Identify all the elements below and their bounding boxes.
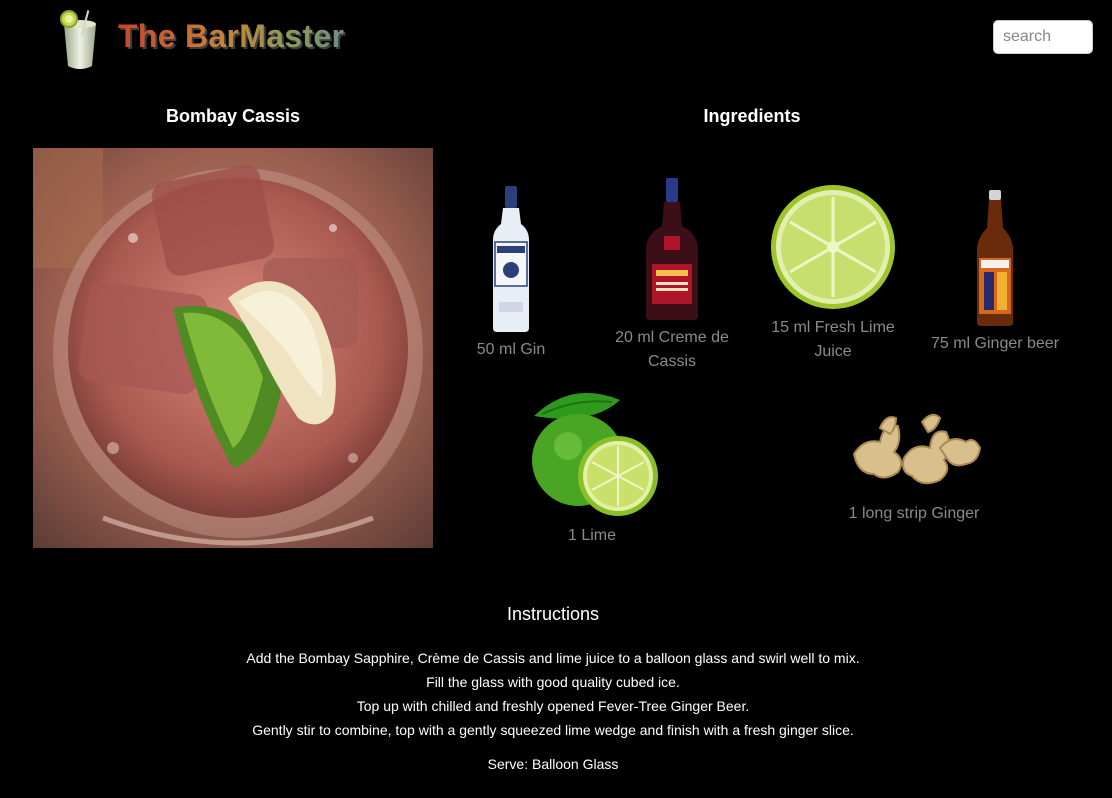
ingredient-gin[interactable]: 50 ml Gin <box>451 184 571 362</box>
instruction-line: Add the Bombay Sapphire, Crème de Cassis… <box>246 650 860 666</box>
ingredient-label: 75 ml Ginger beer <box>930 335 1060 352</box>
ingredients-title: Ingredients <box>703 106 801 126</box>
instructions-text: Add the Bombay Sapphire, Crème de Cassis… <box>0 646 1106 742</box>
ginger-root-icon <box>852 413 982 485</box>
ingredient-label: 50 ml Gin <box>476 341 546 358</box>
ginger-beer-bottle-icon <box>977 190 1013 326</box>
ingredient-creme-de-cassis[interactable]: 20 ml Creme de Cassis <box>612 176 732 374</box>
lime-icon <box>532 392 658 516</box>
search-input[interactable] <box>993 20 1093 54</box>
brand-title[interactable]: The BarMaster <box>118 18 344 55</box>
instruction-line: Gently stir to combine, top with a gentl… <box>252 722 854 738</box>
instruction-line: Fill the glass with good quality cubed i… <box>426 674 680 690</box>
header: The BarMaster The BarMaster <box>0 0 1112 80</box>
gin-bottle-icon <box>493 186 529 332</box>
drink-photo <box>33 148 433 548</box>
creme-de-cassis-bottle-icon <box>646 178 698 320</box>
drink-name: Bombay Cassis <box>165 106 301 126</box>
ingredient-label: 1 long strip Ginger <box>848 505 980 522</box>
instructions-title: Instructions <box>506 604 600 624</box>
lime-slice-icon <box>771 185 895 309</box>
ingredient-label: 20 ml Creme de Cassis <box>615 329 729 370</box>
ingredient-label: 1 Lime <box>567 527 617 544</box>
instruction-line: Top up with chilled and freshly opened F… <box>356 698 750 714</box>
ingredient-ginger-beer[interactable]: 75 ml Ginger beer <box>930 188 1060 356</box>
serve-glass: Serve: Balloon Glass <box>487 756 619 772</box>
ingredient-ginger[interactable]: 1 long strip Ginger <box>832 408 996 526</box>
ingredient-label: 15 ml Fresh Lime Juice <box>771 319 895 360</box>
cocktail-logo-icon[interactable] <box>54 6 106 72</box>
ingredient-fresh-lime-juice[interactable]: 15 ml Fresh Lime Juice <box>766 182 900 364</box>
ingredient-lime[interactable]: 1 Lime <box>512 386 672 548</box>
